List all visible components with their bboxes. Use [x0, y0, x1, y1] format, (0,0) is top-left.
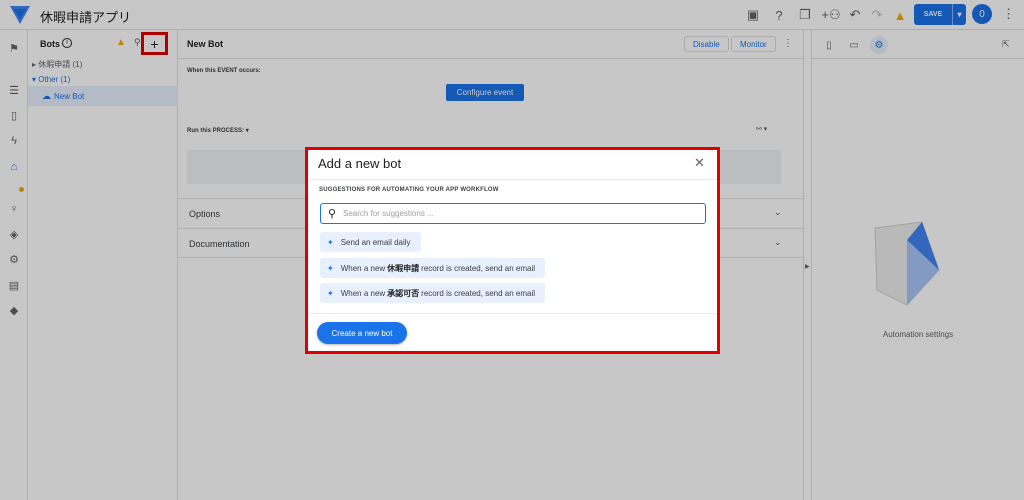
sparkle-icon: ✦ — [327, 263, 334, 273]
dialog-title: Add a new bot — [318, 156, 402, 171]
suggestion-chip[interactable]: ✦ Send an email daily — [320, 232, 421, 252]
search-box: ⚲ — [320, 203, 706, 224]
sparkle-icon: ✦ — [327, 237, 334, 247]
suggestion-chip[interactable]: ✦ When a new 休暇申請 record is created, sen… — [320, 258, 546, 278]
suggestion-text: Send an email daily — [340, 237, 411, 247]
suggestion-suffix: record is created, send an email — [421, 263, 536, 273]
suggestion-suffix: record is created, send an email — [421, 288, 536, 298]
suggestion-prefix: When a new — [340, 263, 386, 273]
create-bot-button[interactable]: Create a new bot — [317, 322, 407, 344]
sparkle-icon: ✦ — [327, 288, 334, 298]
suggestion-chip[interactable]: ✦ When a new 承認可否 record is created, sen… — [320, 283, 546, 303]
search-icon: ⚲ — [328, 208, 337, 220]
divider — [308, 179, 717, 180]
suggestion-prefix: When a new — [340, 288, 386, 298]
divider — [308, 313, 717, 314]
suggestion-table: 承認可否 — [387, 288, 420, 298]
suggestions-heading: SUGGESTIONS FOR AUTOMATING YOUR APP WORK… — [319, 187, 499, 193]
close-icon[interactable]: ✕ — [694, 155, 705, 171]
suggestion-table: 休暇申請 — [387, 263, 420, 273]
search-input[interactable] — [343, 206, 698, 221]
add-bot-dialog: Add a new bot ✕ SUGGESTIONS FOR AUTOMATI… — [305, 147, 720, 354]
